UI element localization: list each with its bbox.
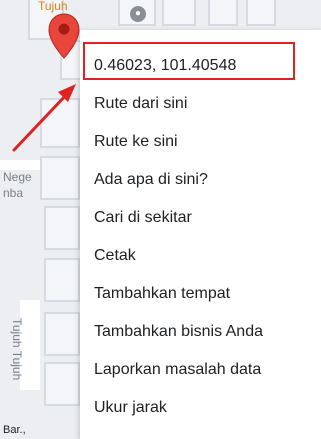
annotation-arrow-icon (12, 84, 76, 152)
